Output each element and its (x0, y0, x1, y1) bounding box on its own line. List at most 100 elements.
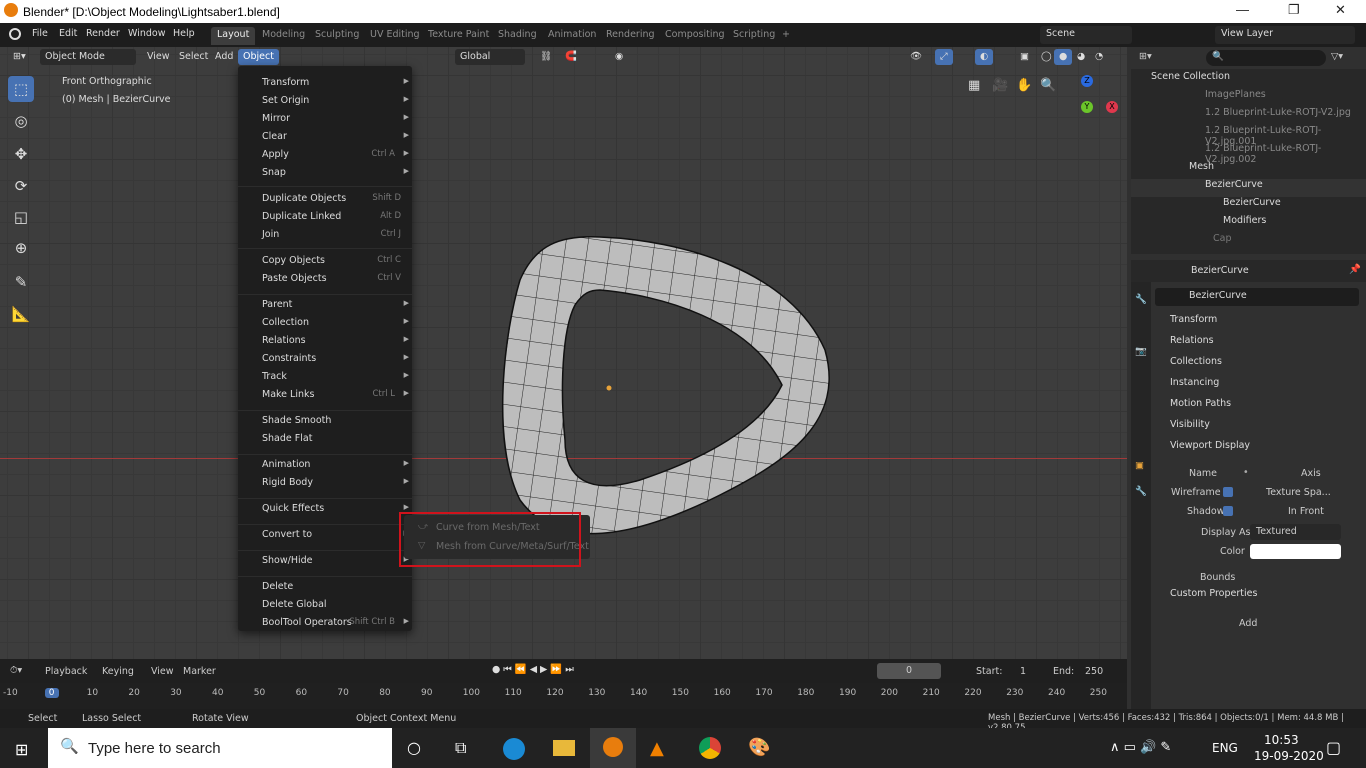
annotate-tool-icon[interactable]: ✎ (8, 269, 34, 295)
move-tool-icon[interactable]: ✥ (8, 141, 34, 167)
menu-edit[interactable]: Edit (59, 28, 77, 39)
display-as-dropdown[interactable]: Textured (1250, 524, 1341, 540)
menu-item-delete[interactable]: Delete (262, 581, 409, 599)
timeline-marker[interactable]: Marker (183, 666, 216, 677)
tool-tab-icon[interactable]: 🔧 (1135, 294, 1147, 305)
material-shading-icon[interactable]: ◕ (1072, 49, 1090, 65)
edge-icon[interactable] (503, 738, 525, 760)
name-checkbox[interactable]: • (1243, 467, 1249, 478)
timeline-editor-icon[interactable]: ⏱▾ (10, 665, 22, 676)
pivot-icon[interactable]: ⛓ (535, 49, 557, 65)
outliner-modifiers[interactable]: Modifiers (1131, 215, 1366, 233)
menu-item-parent[interactable]: Parent ▶ (262, 299, 409, 317)
filter-icon[interactable]: ▽▾ (1331, 51, 1343, 62)
visibility-icon[interactable]: 👁 (905, 49, 927, 65)
chrome-icon[interactable] (699, 737, 721, 759)
panel-custom-properties[interactable]: Custom Properties (1155, 588, 1366, 608)
outliner-mesh-collection[interactable]: Mesh (1131, 161, 1366, 179)
solid-shading-icon[interactable]: ● (1054, 49, 1073, 65)
windows-start-icon[interactable]: ⊞ (15, 740, 28, 759)
playback-controls[interactable]: ● ⏮ ⏪ ◀ ▶ ⏩ ⏭ (492, 664, 574, 675)
file-explorer-icon[interactable] (553, 740, 575, 756)
system-tray-icons[interactable]: ∧ ▭ 🔊 ✎ (1110, 740, 1171, 755)
bounds-subpanel[interactable]: Bounds (1200, 572, 1235, 583)
tab-layout[interactable]: Layout (211, 27, 256, 45)
menu-item-shade-smooth[interactable]: Shade Smooth (262, 415, 409, 433)
3d-viewport[interactable]: ⬚ ◎ ✥ ⟳ ◱ ⊕ ✎ 📐 Front Orthographic (0) M… (0, 47, 1127, 659)
blender-menu-icon[interactable] (9, 28, 21, 40)
clock-date[interactable]: 19-09-2020 (1254, 749, 1324, 763)
transform-tool-icon[interactable]: ⊕ (8, 235, 34, 261)
tab-rendering[interactable]: Rendering (600, 27, 661, 45)
scene-selector[interactable]: Scene (1040, 26, 1132, 44)
panel-instancing[interactable]: Instancing (1155, 377, 1366, 397)
menu-item-convert-to[interactable]: Convert to▶ (262, 529, 409, 547)
tab-scripting[interactable]: Scripting (727, 27, 781, 45)
blender-taskbar-icon[interactable] (590, 728, 636, 768)
outliner-type-icon[interactable]: ⊞▾ (1139, 51, 1152, 62)
menu-item-apply[interactable]: Apply Ctrl A ▶ (262, 149, 409, 167)
menu-window[interactable]: Window (128, 28, 165, 39)
notifications-icon[interactable]: ▢ (1326, 738, 1341, 757)
rotate-tool-icon[interactable]: ⟳ (8, 173, 34, 199)
start-field[interactable]: 1 (1020, 666, 1026, 677)
menu-item-duplicate-linked[interactable]: Duplicate Linked Alt D (262, 211, 409, 229)
menu-item-join[interactable]: Join Ctrl J (262, 229, 409, 247)
datablock-field[interactable]: BezierCurve (1155, 288, 1359, 306)
menu-item-quick-effects[interactable]: Quick Effects ▶ (262, 503, 409, 521)
view-layer-selector[interactable]: View Layer (1215, 26, 1355, 44)
close-button[interactable]: ✕ (1335, 2, 1346, 18)
mode-selector[interactable]: Object Mode (40, 49, 136, 65)
menu-item-show-hide[interactable]: Show/Hide ▶ (262, 555, 409, 573)
bezier-mesh-object[interactable] (0, 47, 1127, 659)
menu-item-paste-objects[interactable]: Paste Objects Ctrl V (262, 273, 409, 291)
menu-item-mirror[interactable]: Mirror ▶ (262, 113, 409, 131)
outliner-beziercurve[interactable]: BezierCurve (1131, 179, 1366, 197)
pan-view-icon[interactable]: ✋ (1016, 78, 1032, 93)
taskbar-search[interactable]: 🔍 Type here to search (48, 728, 392, 768)
modifier-tab-icon[interactable]: 🔧 (1135, 486, 1147, 497)
render-tab-icon[interactable]: 📷 (1135, 346, 1147, 357)
outliner-cap[interactable]: Cap (1131, 233, 1366, 251)
nav-gizmo[interactable]: Z Y X (1060, 75, 1120, 135)
editor-type-icon[interactable]: ⊞▾ (8, 49, 31, 65)
measure-tool-icon[interactable]: 📐 (8, 301, 34, 327)
tab-uv-editing[interactable]: UV Editing (364, 27, 426, 45)
outliner-image-2[interactable]: 1.2 Blueprint-Luke-ROTJ-V2.jpg.001 (1131, 125, 1366, 147)
outliner-image-1[interactable]: 1.2 Blueprint-Luke-ROTJ-V2.jpg (1131, 107, 1366, 125)
wireframe-checkbox[interactable] (1223, 487, 1233, 497)
outliner-image-3[interactable]: 1.2 Blueprint-Luke-ROTJ-V2.jpg.002 (1131, 143, 1366, 165)
maximize-button[interactable]: ❐ (1288, 2, 1300, 18)
rendered-shading-icon[interactable]: ◔ (1090, 49, 1108, 65)
menu-render[interactable]: Render (86, 28, 120, 39)
menu-file[interactable]: File (32, 28, 48, 39)
menu-help[interactable]: Help (173, 28, 195, 39)
overlay-toggle-icon[interactable]: ◐ (975, 49, 994, 65)
gizmo-x[interactable]: X (1106, 101, 1118, 113)
timeline-playback[interactable]: Playback (45, 666, 87, 677)
panel-relations[interactable]: Relations (1155, 335, 1366, 355)
grid-view-icon[interactable]: ▦ (968, 78, 980, 93)
minimize-button[interactable]: — (1236, 2, 1249, 17)
menu-add[interactable]: Add (210, 49, 238, 65)
vlc-icon[interactable]: ▲ (650, 738, 664, 759)
add-workspace-button[interactable]: + (776, 27, 796, 45)
panel-transform[interactable]: Transform (1155, 314, 1366, 334)
panel-motion-paths[interactable]: Motion Paths (1155, 398, 1366, 418)
proportional-icon[interactable]: ◉ (610, 49, 628, 65)
shadow-checkbox[interactable] (1223, 506, 1233, 516)
menu-item-copy-objects[interactable]: Copy Objects Ctrl C (262, 255, 409, 273)
menu-item-booltool-operators[interactable]: BoolTool Operators Shift Ctrl B ▶ (262, 617, 409, 635)
menu-item-make-links[interactable]: Make Links Ctrl L ▶ (262, 389, 409, 407)
menu-item-animation[interactable]: Animation ▶ (262, 459, 409, 477)
menu-item-shade-flat[interactable]: Shade Flat (262, 433, 409, 451)
outliner-imageplanes[interactable]: ImagePlanes (1131, 89, 1366, 107)
cortana-icon[interactable]: ○ (407, 738, 421, 757)
tab-animation[interactable]: Animation (542, 27, 602, 45)
panel-collections[interactable]: Collections (1155, 356, 1366, 376)
zoom-view-icon[interactable]: 🔍 (1040, 78, 1056, 93)
timeline-view[interactable]: View (151, 666, 174, 677)
tab-sculpting[interactable]: Sculpting (309, 27, 365, 45)
gizmo-y[interactable]: Y (1081, 101, 1093, 113)
outliner-search[interactable]: 🔍 (1206, 50, 1326, 66)
